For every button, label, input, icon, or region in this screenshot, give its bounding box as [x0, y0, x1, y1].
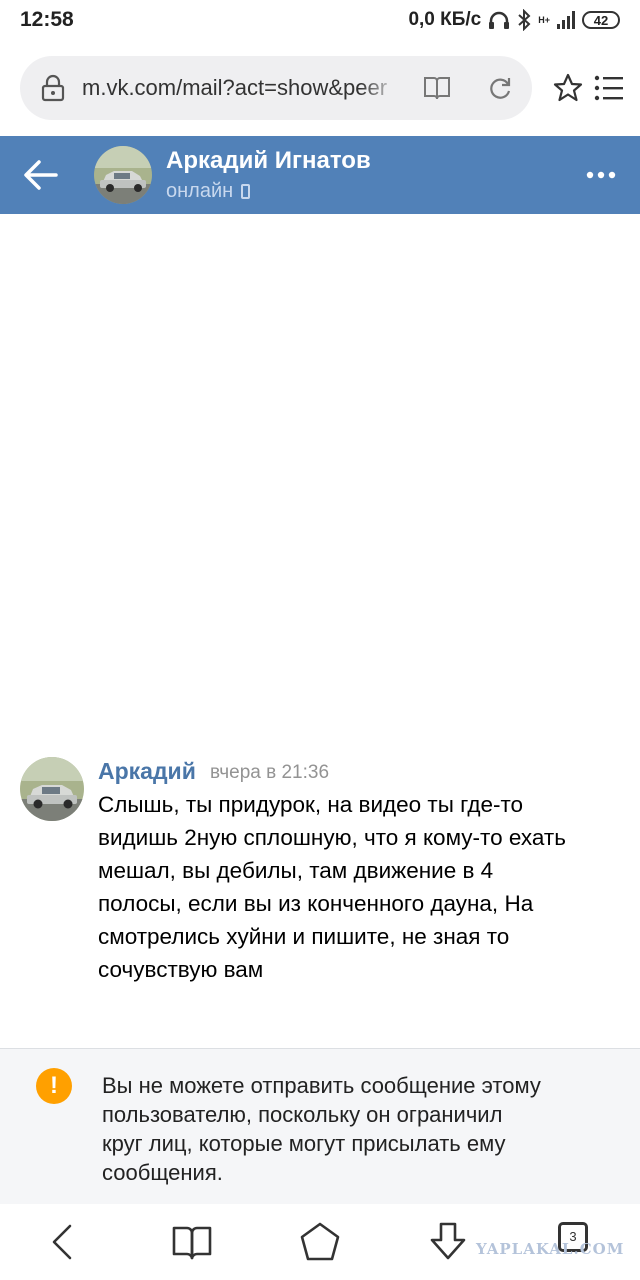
network-type: H+: [538, 14, 550, 25]
message-line: сочувствую вам: [98, 957, 264, 982]
menu-icon[interactable]: [594, 74, 624, 102]
status-bar: 12:58 0,0 КБ/с H+ 42: [0, 0, 640, 40]
bluetooth-icon: [518, 9, 531, 31]
online-status: онлайн: [166, 180, 251, 203]
status-time: 12:58: [20, 8, 74, 31]
more-options-icon[interactable]: [586, 170, 616, 180]
reload-icon[interactable]: [486, 74, 514, 102]
watermark: YAPLAKAL.COM: [476, 1240, 625, 1258]
message-line: полосы, если вы из конченного дауна, На: [98, 891, 534, 916]
online-status-text: онлайн: [166, 180, 234, 202]
warning-icon: !: [36, 1068, 72, 1104]
address-bar[interactable]: m.vk.com/mail?act=show&peer: [20, 56, 532, 120]
bookmarks-icon[interactable]: [170, 1220, 214, 1264]
chat-header: Аркадий Игнатов онлайн: [0, 136, 640, 214]
messaging-restricted-notice: ! Вы не можете отправить сообщение этому…: [0, 1048, 640, 1205]
home-icon[interactable]: [298, 1220, 342, 1264]
message-author[interactable]: Аркадий: [98, 758, 196, 785]
status-indicators: 0,0 КБ/с H+ 42: [408, 8, 620, 32]
notice-line: Вы не можете отправить сообщение этому: [102, 1073, 541, 1098]
lock-icon: [41, 74, 65, 102]
message-line: Слышь, ты придурок, на видео ты где-то: [98, 792, 524, 817]
notice-line: сообщения.: [102, 1160, 223, 1185]
message-timestamp: вчера в 21:36: [210, 762, 330, 783]
notice-line: пользователю, поскольку он ограничил: [102, 1102, 503, 1127]
message-avatar[interactable]: [20, 757, 84, 821]
signal-icon: [557, 11, 575, 29]
message-text: Слышь, ты придурок, на видео ты где-то в…: [98, 788, 628, 986]
message-line: мешал, вы дебилы, там движение в 4: [98, 858, 494, 883]
back-icon[interactable]: [42, 1220, 86, 1264]
network-speed: 0,0 КБ/с: [408, 9, 482, 30]
browser-toolbar: m.vk.com/mail?act=show&peer: [0, 40, 640, 136]
bookmark-star-icon[interactable]: [552, 72, 584, 104]
headphones-icon: [489, 11, 510, 29]
message-line: смотрелись хуйни и пишите, не зная то: [98, 924, 510, 949]
avatar[interactable]: [94, 146, 152, 204]
reader-mode-icon[interactable]: [422, 74, 452, 102]
battery-level: 42: [593, 12, 609, 28]
back-arrow-icon[interactable]: [22, 158, 58, 192]
battery-icon: 42: [582, 11, 620, 29]
message-line: видишь 2ную сплошную, что я кому-то ехат…: [98, 825, 566, 850]
notice-text: Вы не можете отправить сообщение этому п…: [102, 1071, 612, 1187]
mobile-phone-icon: [241, 184, 251, 199]
chat-contact-name[interactable]: Аркадий Игнатов: [166, 147, 371, 175]
download-icon[interactable]: [426, 1220, 470, 1264]
notice-line: круг лиц, которые могут присылать ему: [102, 1131, 506, 1156]
url-text[interactable]: m.vk.com/mail?act=show&peer: [82, 74, 392, 102]
